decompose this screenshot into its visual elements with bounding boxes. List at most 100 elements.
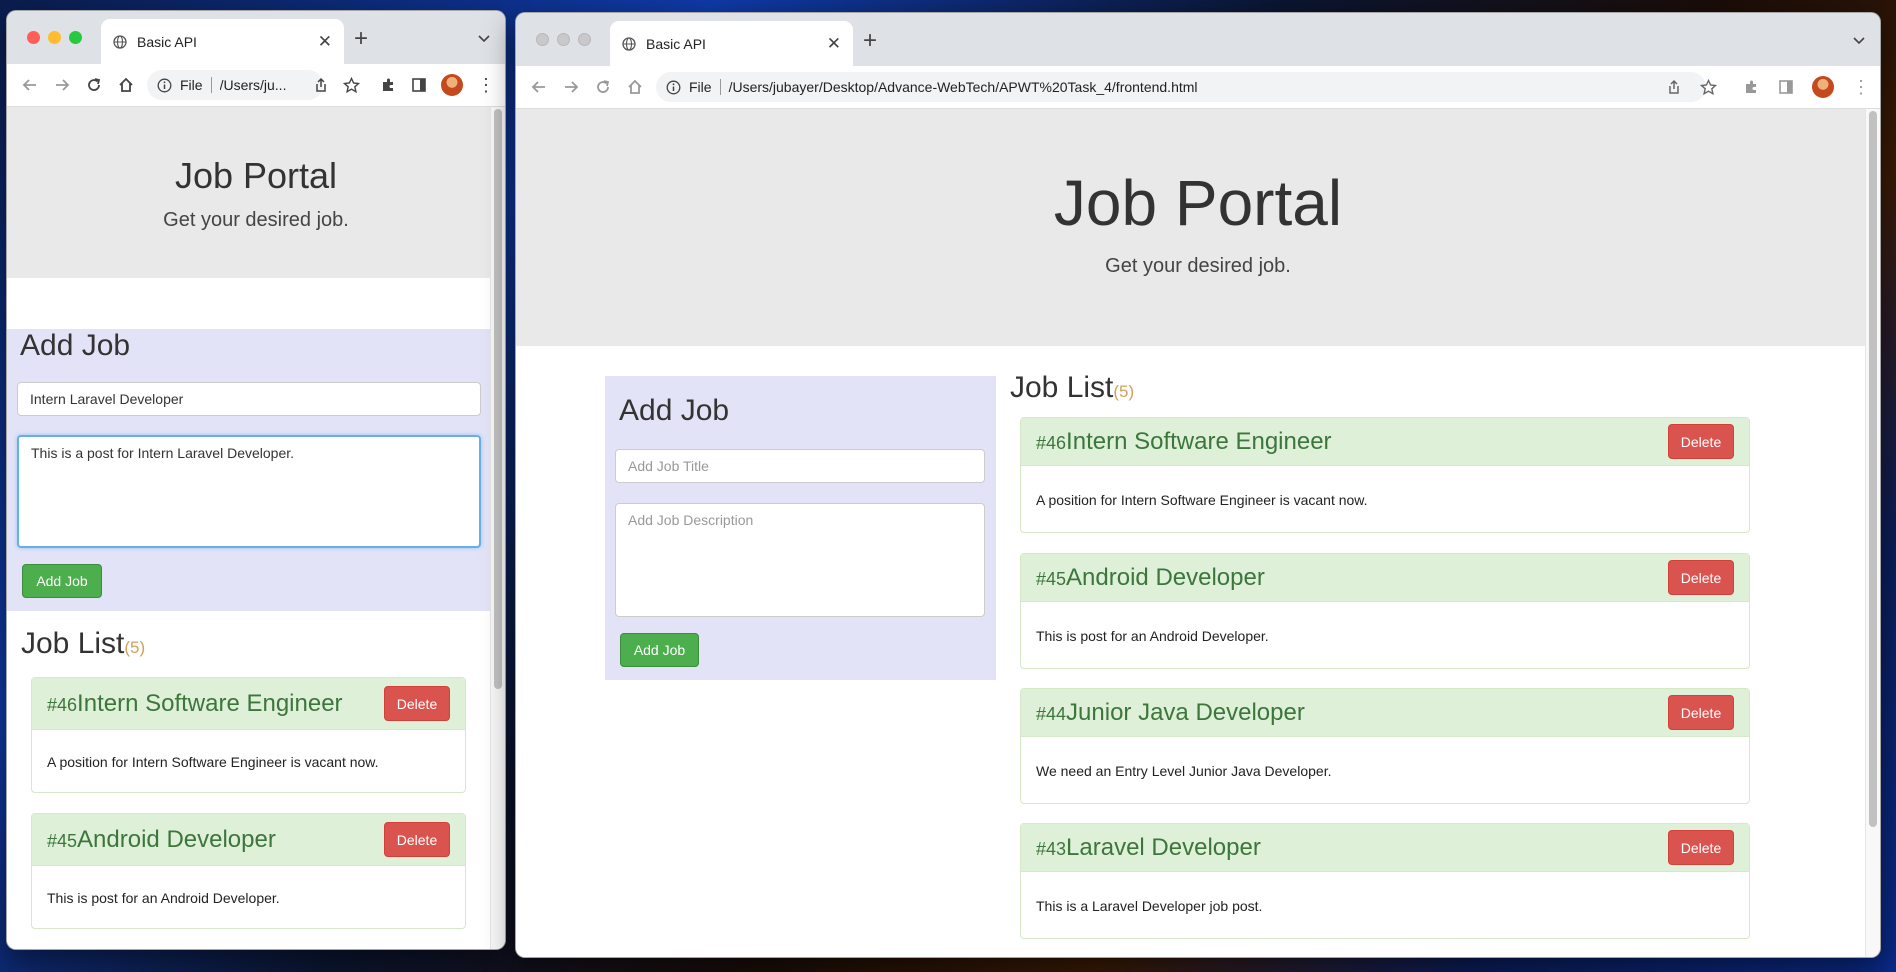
reload-icon[interactable] bbox=[85, 76, 103, 94]
sidebar-icon[interactable] bbox=[1778, 79, 1794, 95]
delete-button[interactable]: Delete bbox=[1668, 830, 1734, 865]
job-list-title: Job List bbox=[1010, 371, 1114, 404]
add-job-heading: Add Job bbox=[619, 394, 730, 427]
close-icon[interactable]: ✕ bbox=[318, 32, 332, 52]
delete-button[interactable]: Delete bbox=[384, 822, 450, 857]
star-icon[interactable] bbox=[1700, 78, 1717, 96]
close-window-button[interactable] bbox=[536, 33, 549, 46]
job-id: #43 bbox=[1036, 838, 1067, 859]
job-description: This is a Laravel Developer job post. bbox=[1036, 898, 1263, 914]
scrollbar[interactable] bbox=[490, 107, 505, 949]
address-bar[interactable]: File /Users/ju... bbox=[147, 70, 323, 100]
browser-tab[interactable]: Basic API ✕ bbox=[101, 19, 344, 64]
job-title: #46Intern Software Engineer bbox=[1036, 428, 1332, 456]
job-card-header: #46Intern Software Engineer Delete bbox=[32, 678, 465, 730]
back-icon[interactable] bbox=[530, 78, 548, 96]
add-job-heading: Add Job bbox=[20, 329, 131, 362]
chevron-down-icon[interactable] bbox=[1852, 33, 1866, 47]
avatar[interactable] bbox=[1812, 76, 1834, 98]
minimize-window-button[interactable] bbox=[557, 33, 570, 46]
plus-icon[interactable]: + bbox=[863, 27, 877, 55]
page-title: Job Portal bbox=[1053, 167, 1343, 239]
share-icon[interactable] bbox=[1666, 79, 1682, 95]
job-card: #45Android Developer Delete This is post… bbox=[31, 813, 466, 929]
page-subtitle: Get your desired job. bbox=[163, 209, 349, 231]
more-icon[interactable]: ⋮ bbox=[477, 76, 495, 94]
job-id: #45 bbox=[1036, 568, 1067, 589]
job-title: #44Junior Java Developer bbox=[1036, 699, 1305, 727]
delete-button[interactable]: Delete bbox=[1668, 695, 1734, 730]
page-content: Job Portal Get your desired job. Add Job… bbox=[516, 109, 1880, 957]
delete-button[interactable]: Delete bbox=[1668, 560, 1734, 595]
delete-button[interactable]: Delete bbox=[1668, 424, 1734, 459]
chevron-down-icon[interactable] bbox=[477, 31, 491, 45]
minimize-window-button[interactable] bbox=[48, 31, 61, 44]
more-icon[interactable]: ⋮ bbox=[1852, 78, 1870, 96]
scrollbar-thumb[interactable] bbox=[494, 109, 502, 689]
home-icon[interactable] bbox=[117, 76, 135, 94]
job-title-input[interactable]: Add Job Title bbox=[615, 449, 985, 483]
browser-tab[interactable]: Basic API ✕ bbox=[610, 21, 853, 66]
star-icon[interactable] bbox=[343, 76, 360, 94]
add-job-panel: Add Job Add Job Title Add Job Descriptio… bbox=[605, 376, 996, 680]
forward-icon[interactable] bbox=[53, 76, 71, 94]
url-scheme: File bbox=[689, 79, 712, 95]
job-title-text: Junior Java Developer bbox=[1066, 698, 1305, 726]
url-divider bbox=[719, 79, 721, 95]
info-icon[interactable] bbox=[666, 80, 681, 95]
forward-icon[interactable] bbox=[562, 78, 580, 96]
globe-icon bbox=[113, 34, 127, 49]
close-icon[interactable]: ✕ bbox=[827, 34, 841, 54]
job-title-text: Laravel Developer bbox=[1066, 833, 1261, 861]
job-card-header: #43Laravel Developer Delete bbox=[1021, 824, 1749, 872]
extensions-icon[interactable] bbox=[380, 77, 397, 94]
url-scheme: File bbox=[180, 77, 203, 93]
job-description: This is post for an Android Developer. bbox=[47, 890, 280, 906]
job-title-input[interactable]: Intern Laravel Developer bbox=[17, 382, 481, 416]
job-description-textarea[interactable]: Add Job Description bbox=[615, 503, 985, 617]
job-description: We need an Entry Level Junior Java Devel… bbox=[1036, 763, 1332, 779]
close-window-button[interactable] bbox=[27, 31, 40, 44]
job-card-header: #45Android Developer Delete bbox=[1021, 554, 1749, 602]
job-description: A position for Intern Software Engineer … bbox=[1036, 492, 1368, 508]
hero-banner: Job Portal Get your desired job. bbox=[7, 107, 505, 278]
delete-button[interactable]: Delete bbox=[384, 686, 450, 721]
job-title-text: Android Developer bbox=[1066, 563, 1265, 591]
scrollbar[interactable] bbox=[1865, 109, 1880, 957]
job-card-header: #46Intern Software Engineer Delete bbox=[1021, 418, 1749, 466]
address-bar[interactable]: File /Users/jubayer/Desktop/Advance-WebT… bbox=[656, 72, 1706, 102]
add-job-button[interactable]: Add Job bbox=[22, 564, 102, 598]
scrollbar-thumb[interactable] bbox=[1869, 111, 1877, 827]
add-job-button[interactable]: Add Job bbox=[620, 633, 699, 667]
job-description-textarea[interactable]: This is a post for Intern Laravel Develo… bbox=[17, 435, 481, 548]
page-content: Job Portal Get your desired job. Add Job… bbox=[7, 107, 505, 949]
job-card: #46Intern Software Engineer Delete A pos… bbox=[31, 677, 466, 793]
job-list-heading: Job List(5) bbox=[21, 627, 493, 661]
back-icon[interactable] bbox=[21, 76, 39, 94]
job-id: #44 bbox=[1036, 703, 1067, 724]
sidebar-icon[interactable] bbox=[411, 77, 427, 93]
job-card: #44Junior Java Developer Delete We need … bbox=[1020, 688, 1750, 804]
browser-toolbar: File /Users/jubayer/Desktop/Advance-WebT… bbox=[516, 66, 1880, 109]
reload-icon[interactable] bbox=[594, 78, 612, 96]
plus-icon[interactable]: + bbox=[354, 25, 368, 53]
hero-banner: Job Portal Get your desired job. bbox=[516, 109, 1880, 346]
job-count: (5) bbox=[1113, 382, 1135, 401]
job-card: #43Laravel Developer Delete This is a La… bbox=[1020, 823, 1750, 939]
title-bar: Basic API ✕ + bbox=[7, 11, 505, 64]
zoom-window-button[interactable] bbox=[69, 31, 82, 44]
home-icon[interactable] bbox=[626, 78, 644, 96]
globe-icon bbox=[622, 36, 636, 51]
extensions-icon[interactable] bbox=[1743, 79, 1760, 96]
job-description: This is post for an Android Developer. bbox=[1036, 628, 1269, 644]
info-icon[interactable] bbox=[157, 78, 172, 93]
tab-title: Basic API bbox=[137, 33, 197, 50]
avatar[interactable] bbox=[441, 74, 463, 96]
job-title: #45Android Developer bbox=[47, 826, 276, 854]
share-icon[interactable] bbox=[313, 77, 329, 93]
job-id: #46 bbox=[1036, 432, 1067, 453]
url-text: /Users/jubayer/Desktop/Advance-WebTech/A… bbox=[728, 79, 1198, 95]
job-title-text: Intern Software Engineer bbox=[77, 689, 343, 717]
zoom-window-button[interactable] bbox=[578, 33, 591, 46]
job-description: A position for Intern Software Engineer … bbox=[47, 754, 379, 770]
